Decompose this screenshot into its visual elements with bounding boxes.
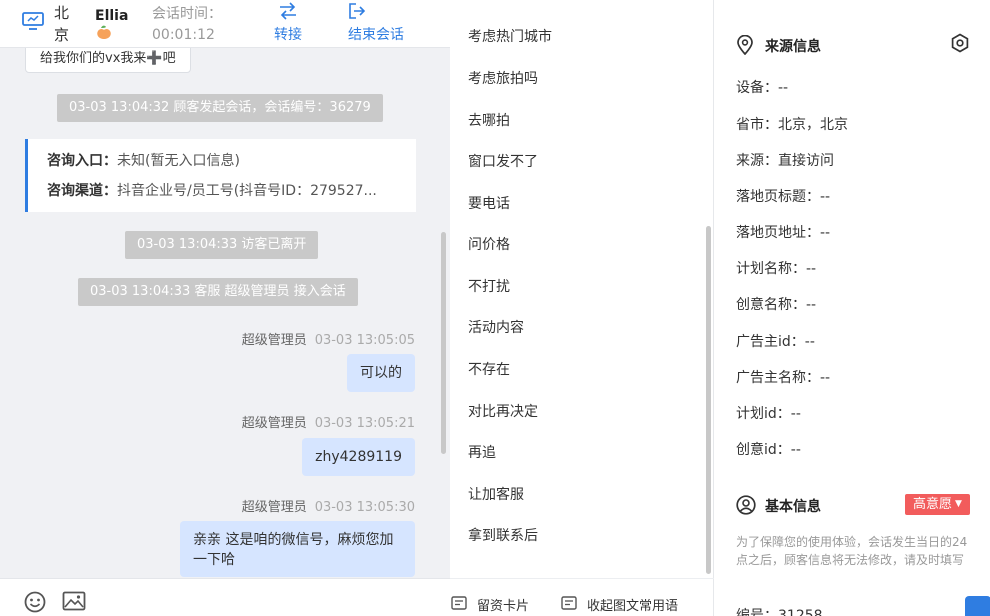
location-pin-icon xyxy=(737,35,753,55)
chat-header: 北京 Ellia 会话时间： 00:01:12 转接 结束会话 xyxy=(0,0,450,48)
lead-card-button[interactable]: 留资卡片 xyxy=(451,595,530,614)
quick-reply-item[interactable]: 去哪拍 xyxy=(468,110,510,130)
message-sender-line: 超级管理员 03-03 13:05:21 xyxy=(242,412,415,431)
intent-level-label: 高意愿 xyxy=(913,497,953,512)
system-message-session-start: 03-03 13:04:32 顾客发起会话，会话编号：36279 xyxy=(57,94,383,122)
exit-icon xyxy=(349,3,366,19)
agent-message-bubble: 可以的 xyxy=(347,354,415,392)
message-sender-line: 超级管理员 03-03 13:05:30 xyxy=(242,496,415,515)
message-time: 03-03 13:05:05 xyxy=(314,333,415,348)
source-field-plan-name: 计划名称：-- xyxy=(736,261,817,277)
consult-entry-value: 未知(暂无入口信息) xyxy=(117,153,240,169)
user-circle-icon xyxy=(736,495,756,515)
settings-icon[interactable] xyxy=(950,33,970,53)
consult-entry-row: 咨询入口：未知(暂无入口信息) xyxy=(47,149,416,179)
source-info-title: 来源信息 xyxy=(736,35,821,56)
sender-name: 超级管理员 xyxy=(241,333,307,348)
source-field-landing-url: 落地页地址：-- xyxy=(736,225,831,241)
quick-reply-panel: 考虑热门城市 考虑旅拍吗 去哪拍 窗口发不了 要电话 问价格 不打扰 活动内容 … xyxy=(450,0,714,616)
message-time: 03-03 13:05:21 xyxy=(314,416,415,431)
source-field-advertiser-id: 广告主id：-- xyxy=(736,334,815,350)
emoji-icon[interactable] xyxy=(24,591,46,613)
sender-name: 超级管理员 xyxy=(241,500,307,515)
caret-down-icon: ▼ xyxy=(955,499,962,509)
message-sender-line: 超级管理员 03-03 13:05:05 xyxy=(242,329,415,348)
source-field-creative-name: 创意名称：-- xyxy=(736,297,817,313)
basic-info-title-text: 基本信息 xyxy=(765,499,821,515)
quick-reply-item[interactable]: 窗口发不了 xyxy=(468,151,538,171)
quick-reply-item[interactable]: 考虑旅拍吗 xyxy=(468,68,538,88)
quick-reply-item[interactable]: 考虑热门城市 xyxy=(468,26,552,46)
quick-reply-item[interactable]: 不存在 xyxy=(468,359,510,379)
quick-reply-item[interactable]: 拿到联系后 xyxy=(468,525,538,545)
customer-info-panel: 来源信息 设备：-- 省市：北京，北京 来源：直接访问 落地页标题：-- 落地页… xyxy=(715,0,990,616)
quick-reply-scrollbar[interactable] xyxy=(706,226,711,574)
quick-reply-item[interactable]: 问价格 xyxy=(468,234,510,254)
visitor-city: 北京 xyxy=(54,4,70,44)
quick-reply-item[interactable]: 对比再决定 xyxy=(468,401,538,421)
customer-number-field: 编号：31258 xyxy=(736,608,823,616)
consult-channel-row: 咨询渠道：抖音企业号/员工号(抖音号ID：279527... xyxy=(47,179,416,209)
intent-level-dropdown[interactable]: 高意愿 ▼ xyxy=(905,494,970,515)
monitor-icon xyxy=(22,12,44,30)
sender-name: 超级管理员 xyxy=(241,416,307,431)
session-time-value: 00:01:12 xyxy=(152,27,215,43)
session-time-label: 会话时间： xyxy=(152,6,222,22)
end-session-label: 结束会话 xyxy=(348,27,404,43)
image-icon[interactable] xyxy=(62,591,86,611)
collapse-common-phrases-button[interactable]: 收起图文常用语 xyxy=(561,595,679,614)
end-session-button[interactable]: 结束会话 xyxy=(348,2,404,44)
system-message-visitor-left: 03-03 13:04:33 访客已离开 xyxy=(125,231,319,259)
quick-reply-item[interactable]: 要电话 xyxy=(468,193,510,213)
quick-reply-item[interactable]: 不打扰 xyxy=(468,276,510,296)
quick-reply-item[interactable]: 活动内容 xyxy=(468,317,524,337)
consult-info-card: 咨询入口：未知(暂无入口信息) 咨询渠道：抖音企业号/员工号(抖音号ID：279… xyxy=(25,139,416,212)
system-message-agent-joined: 03-03 13:04:33 客服 超级管理员 接入会话 xyxy=(78,278,358,306)
source-field-landing-title: 落地页标题：-- xyxy=(736,189,831,205)
visitor-name: Ellia xyxy=(95,8,129,24)
agent-message-bubble: zhy4289119 xyxy=(302,438,415,476)
source-field-advertiser-name: 广告主名称：-- xyxy=(736,370,831,386)
consult-channel-value: 抖音企业号/员工号(抖音号ID：279527... xyxy=(117,183,377,199)
transfer-icon xyxy=(280,2,296,20)
source-field-device: 设备：-- xyxy=(736,80,789,96)
peach-avatar-icon xyxy=(97,25,111,39)
chat-panel: 给我你们的vx我来➕吧 03-03 13:04:32 顾客发起会话，会话编号：3… xyxy=(0,0,450,616)
floating-message-button[interactable] xyxy=(965,596,990,616)
quick-reply-item[interactable]: 再追 xyxy=(468,442,496,462)
consult-channel-label: 咨询渠道： xyxy=(47,183,117,199)
transfer-button[interactable]: 转接 xyxy=(274,2,302,44)
transfer-label: 转接 xyxy=(274,27,302,43)
chat-scrollbar[interactable] xyxy=(441,232,446,454)
quick-reply-item[interactable]: 让加客服 xyxy=(468,484,524,504)
quick-reply-footer: 留资卡片 收起图文常用语 xyxy=(450,578,714,616)
edit-deadline-note: 为了保障您的使用体验，会话发生当日的24点之后，顾客信息将无法修改，请及时填写 xyxy=(736,535,968,567)
consult-entry-label: 咨询入口： xyxy=(47,153,117,169)
source-field-plan-id: 计划id：-- xyxy=(736,406,801,422)
card-icon xyxy=(451,596,467,610)
source-field-creative-id: 创意id：-- xyxy=(736,442,801,458)
customer-service-workspace: 给我你们的vx我来➕吧 03-03 13:04:32 顾客发起会话，会话编号：3… xyxy=(0,0,990,616)
source-field-province-city: 省市：北京，北京 xyxy=(736,117,848,133)
source-field-source: 来源：直接访问 xyxy=(736,153,834,169)
basic-info-title: 基本信息 xyxy=(736,495,821,516)
message-icon xyxy=(561,596,577,610)
chat-toolbar xyxy=(0,578,450,616)
source-info-title-text: 来源信息 xyxy=(765,39,821,55)
collapse-common-phrases-label: 收起图文常用语 xyxy=(587,599,679,614)
lead-card-label: 留资卡片 xyxy=(477,599,530,614)
agent-message-bubble: 亲亲 这是咱的微信号，麻烦您加一下哈 xyxy=(180,521,415,577)
message-time: 03-03 13:05:30 xyxy=(314,500,415,515)
